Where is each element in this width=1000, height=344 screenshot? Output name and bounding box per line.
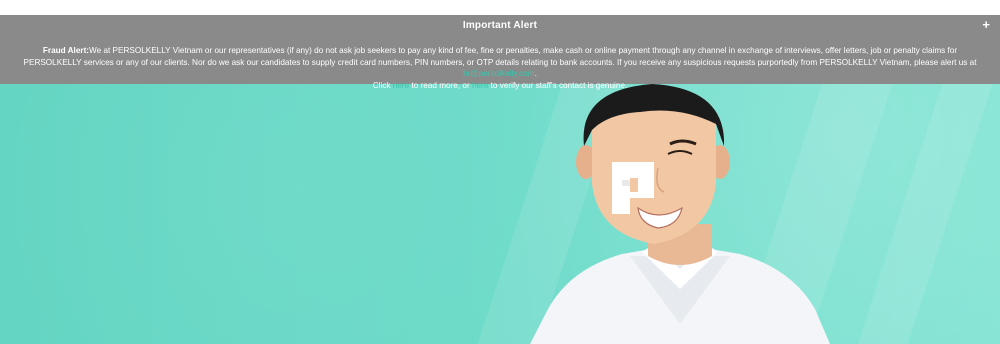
page: Important Alert + Fraud Alert:We at PERS… bbox=[0, 0, 1000, 344]
email-link[interactable]: hr@persolkelly.com bbox=[463, 69, 534, 78]
alert-text: . bbox=[534, 69, 537, 79]
hero-person-image bbox=[530, 84, 830, 344]
alert-text: Click bbox=[372, 80, 393, 90]
hero-banner bbox=[0, 84, 1000, 344]
important-alert-bar: Important Alert + Fraud Alert:We at PERS… bbox=[0, 15, 1000, 90]
plus-icon[interactable]: + bbox=[982, 17, 990, 33]
alert-text: We at PERSOLKELLY Vietnam or our represe… bbox=[23, 46, 977, 67]
persolkelly-logo-icon bbox=[612, 162, 654, 214]
read-more-link[interactable]: here bbox=[393, 81, 409, 90]
alert-text: to verify our staff's contact is genuine… bbox=[488, 80, 628, 90]
verify-staff-link[interactable]: here bbox=[472, 81, 488, 90]
alert-message: Fraud Alert:We at PERSOLKELLY Vietnam or… bbox=[14, 45, 986, 91]
fraud-alert-label: Fraud Alert: bbox=[42, 46, 90, 55]
alert-title: Important Alert bbox=[462, 20, 538, 31]
alert-text: to read more, or bbox=[409, 80, 472, 90]
